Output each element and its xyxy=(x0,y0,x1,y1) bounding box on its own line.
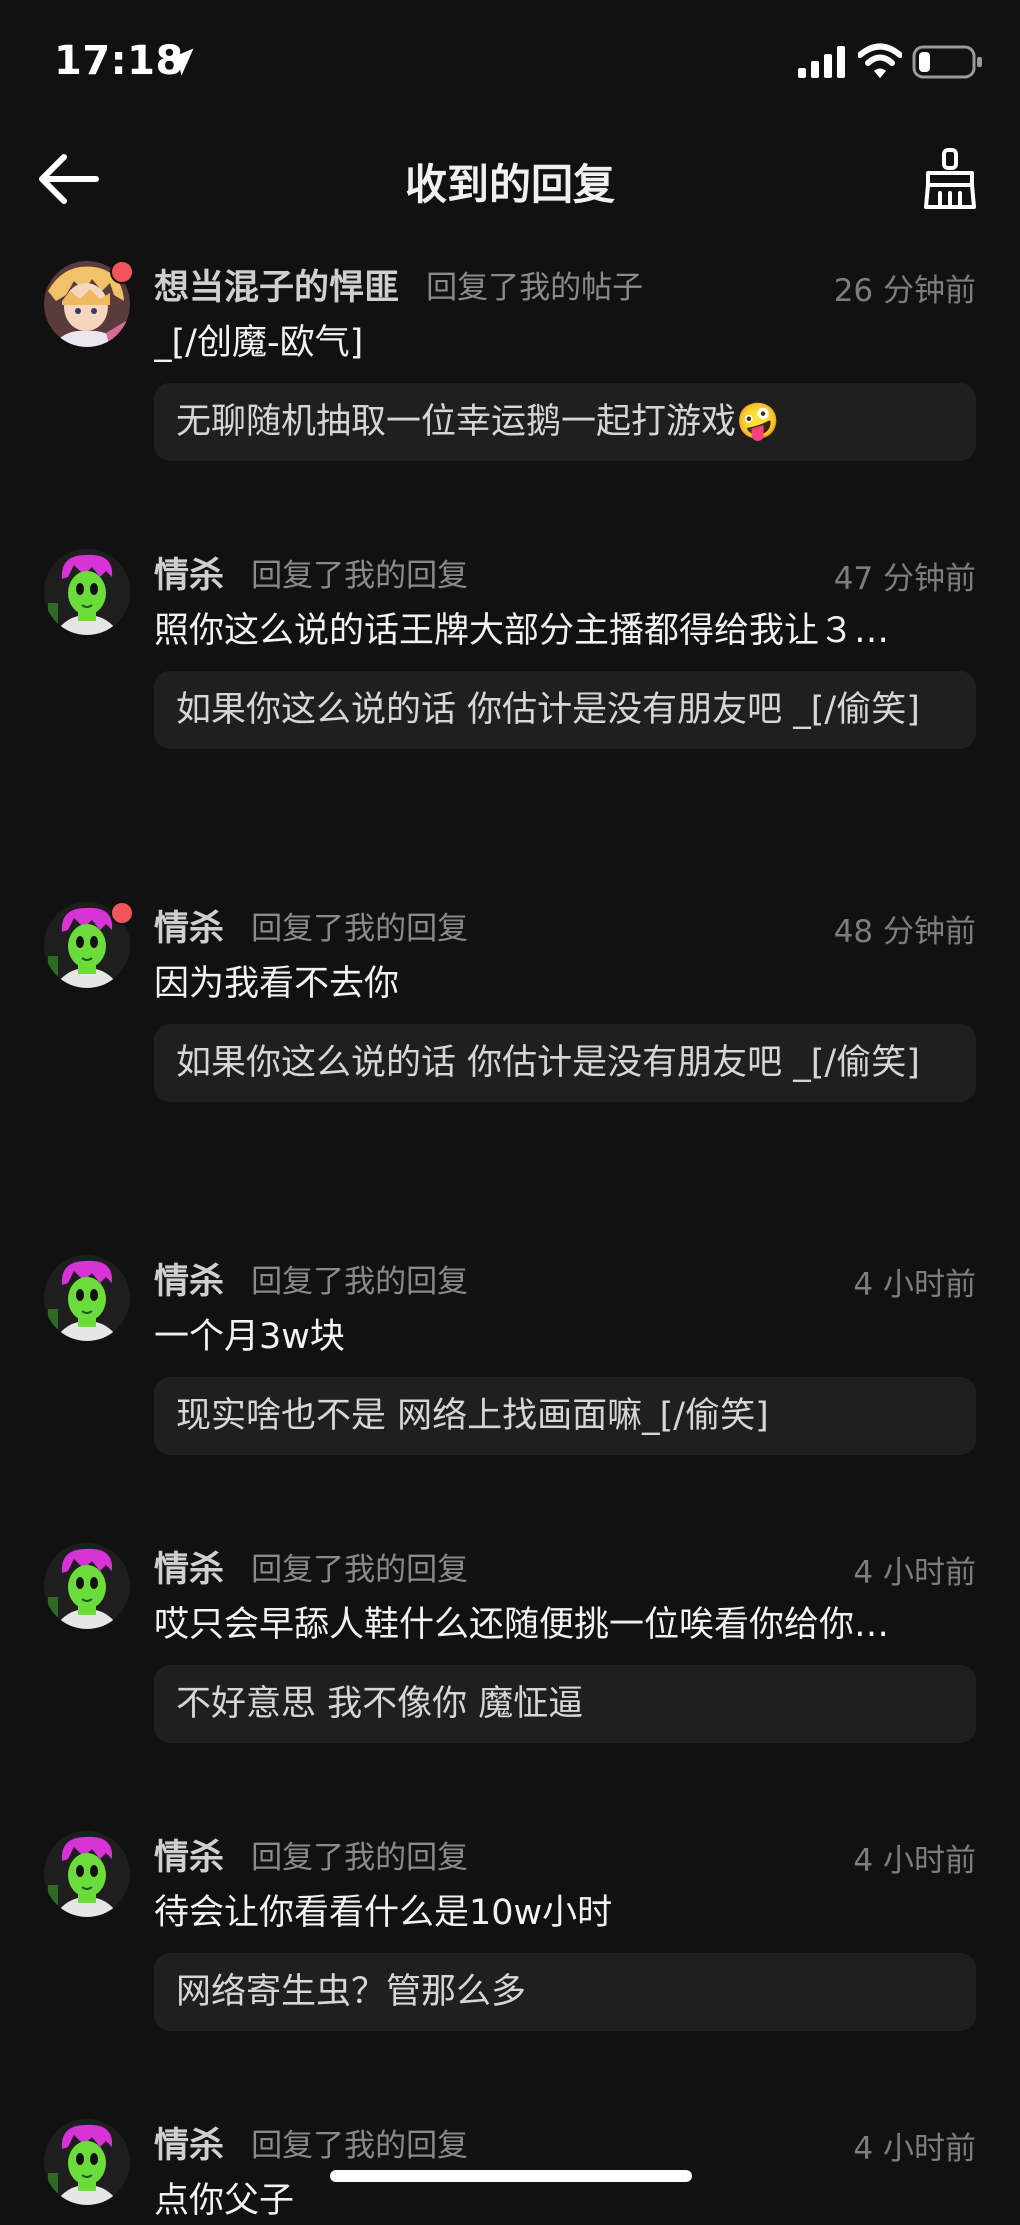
quoted-content[interactable]: 如果你这么说的话 你估计是没有朋友吧 _[/偷笑] xyxy=(154,671,976,749)
battery-icon xyxy=(912,45,982,79)
green-magenta-avatar-icon xyxy=(44,1831,130,1917)
reply-header: 情杀 回复了我的回复 4 小时前 xyxy=(154,2117,976,2167)
username[interactable]: 情杀 xyxy=(154,556,224,596)
reply-action-label: 回复了我的回复 xyxy=(251,1552,469,1588)
reply-header: 情杀 回复了我的回复 4 小时前 xyxy=(154,1829,976,1879)
quoted-content[interactable]: 网络寄生虫？管那么多 xyxy=(154,1953,976,2031)
reply-header: 情杀 回复了我的回复 4 小时前 xyxy=(154,1253,976,1303)
reply-text: _[/创魔-欧气] xyxy=(154,323,364,363)
reply-text: 照你这么说的话王牌大部分主播都得给我让３… xyxy=(154,611,890,651)
page-title: 收到的回复 xyxy=(404,160,615,209)
reply-text: 点你父子 xyxy=(154,2181,295,2221)
green-magenta-avatar-icon xyxy=(44,1543,130,1629)
reply-action-label: 回复了我的回复 xyxy=(251,911,469,947)
username[interactable]: 情杀 xyxy=(154,1262,224,1302)
avatar[interactable] xyxy=(44,1543,130,1629)
unread-badge xyxy=(110,901,134,925)
username[interactable]: 情杀 xyxy=(154,1550,224,1590)
reply-timestamp: 48 分钟前 xyxy=(833,914,976,950)
reply-action-label: 回复了我的帖子 xyxy=(426,270,644,306)
wifi-icon xyxy=(858,43,902,78)
username[interactable]: 情杀 xyxy=(154,909,224,949)
reply-action-label: 回复了我的回复 xyxy=(251,1840,469,1876)
avatar[interactable] xyxy=(44,1255,130,1341)
quoted-content[interactable]: 不好意思 我不像你 魔怔逼 xyxy=(154,1665,976,1743)
quoted-content[interactable]: 无聊随机抽取一位幸运鹅一起打游戏🤪 xyxy=(154,383,976,461)
reply-timestamp: 4 小时前 xyxy=(853,1267,976,1303)
reply-header: 想当混子的悍匪 回复了我的帖子 26 分钟前 xyxy=(154,259,976,309)
green-magenta-avatar-icon xyxy=(44,549,130,635)
avatar[interactable] xyxy=(44,1831,130,1917)
reply-text: 哎只会早舔人鞋什么还随便挑一位唉看你给你… xyxy=(154,1605,890,1645)
avatar[interactable] xyxy=(44,549,130,635)
reply-action-label: 回复了我的回复 xyxy=(251,558,469,594)
reply-header: 情杀 回复了我的回复 48 分钟前 xyxy=(154,900,976,950)
navigation-bar: 收到的回复 xyxy=(0,125,1020,235)
reply-text: 待会让你看看什么是10w小时 xyxy=(154,1893,613,1933)
reply-text: 一个月3w块 xyxy=(154,1317,345,1357)
green-magenta-avatar-icon xyxy=(44,2119,130,2205)
username[interactable]: 想当混子的悍匪 xyxy=(154,268,399,308)
avatar[interactable] xyxy=(44,2119,130,2205)
reply-timestamp: 26 分钟前 xyxy=(833,273,976,309)
broom-clear-icon[interactable] xyxy=(920,147,980,211)
reply-timestamp: 4 小时前 xyxy=(853,1555,976,1591)
cellular-signal-icon xyxy=(798,46,845,78)
reply-text: 因为我看不去你 xyxy=(154,964,400,1004)
status-bar: 17:18 xyxy=(0,0,1020,125)
reply-timestamp: 47 分钟前 xyxy=(833,561,976,597)
quoted-content[interactable]: 如果你这么说的话 你估计是没有朋友吧 _[/偷笑] xyxy=(154,1024,976,1102)
reply-action-label: 回复了我的回复 xyxy=(251,2128,469,2164)
reply-timestamp: 4 小时前 xyxy=(853,1843,976,1879)
unread-badge xyxy=(110,260,134,284)
quoted-content[interactable]: 现实啥也不是 网络上找画面嘛_[/偷笑] xyxy=(154,1377,976,1455)
reply-header: 情杀 回复了我的回复 4 小时前 xyxy=(154,1541,976,1591)
reply-header: 情杀 回复了我的回复 47 分钟前 xyxy=(154,547,976,597)
green-magenta-avatar-icon xyxy=(44,1255,130,1341)
reply-action-label: 回复了我的回复 xyxy=(251,1264,469,1300)
location-arrow-icon xyxy=(166,48,194,76)
username[interactable]: 情杀 xyxy=(154,2126,224,2166)
home-indicator[interactable] xyxy=(330,2170,692,2182)
reply-timestamp: 4 小时前 xyxy=(853,2131,976,2167)
username[interactable]: 情杀 xyxy=(154,1838,224,1878)
